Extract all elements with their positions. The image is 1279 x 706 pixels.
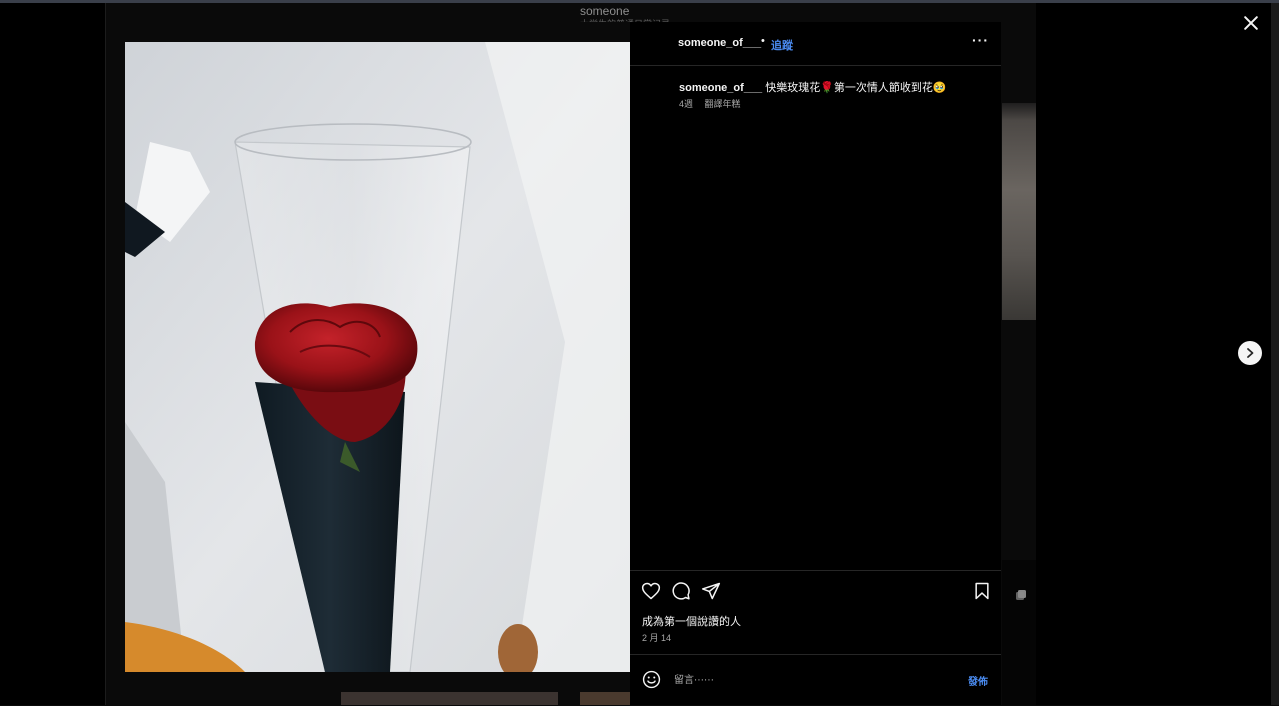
adjacent-post-preview-lower <box>1002 560 1036 705</box>
caption-avatar[interactable] <box>644 78 668 102</box>
author-avatar[interactable] <box>644 33 668 57</box>
post-caption: someone_of___ 快樂玫瑰花🌹第一次情人節收到花🥹 <box>679 79 989 95</box>
post-date[interactable]: 2 月 14 <box>642 631 671 644</box>
carousel-stack-icon <box>1016 590 1026 600</box>
scrollbar[interactable] <box>1271 3 1279 705</box>
post-image <box>125 42 630 672</box>
bookmark-icon[interactable] <box>972 581 992 601</box>
close-icon[interactable] <box>1241 13 1261 33</box>
caption-meta: 4週 翻譯年糕 <box>679 97 750 110</box>
comment-composer: 發佈 <box>630 654 1001 706</box>
backdrop-left <box>0 3 106 705</box>
translate-link[interactable]: 翻譯年糕 <box>705 99 741 109</box>
caption-username[interactable]: someone_of___ <box>679 82 762 94</box>
backdrop-grid-thumbnail[interactable] <box>341 692 558 705</box>
heart-icon[interactable] <box>641 581 661 601</box>
backdrop-right <box>1036 3 1271 705</box>
backdrop-profile-name: someone <box>580 4 630 18</box>
separator-dot: • <box>761 35 765 47</box>
adjacent-post-preview <box>1002 103 1036 320</box>
author-username[interactable]: someone_of___ <box>678 37 761 49</box>
post-header: someone_of___ • 追蹤 ··· <box>630 22 1001 66</box>
follow-button[interactable]: 追蹤 <box>771 37 793 53</box>
caption-age[interactable]: 4週 <box>679 99 693 109</box>
post-comment-button[interactable]: 發佈 <box>968 673 988 688</box>
post-details-panel: someone_of___ • 追蹤 ··· someone_of___ 快樂玫… <box>630 22 1001 705</box>
caption-text: 快樂玫瑰花🌹第一次情人節收到花🥹 <box>765 82 947 94</box>
post-actions: 成為第一個說讚的人 2 月 14 <box>630 570 1001 655</box>
smiley-icon[interactable] <box>642 670 661 689</box>
chevron-right-icon <box>1247 348 1254 358</box>
comment-input[interactable] <box>672 667 956 693</box>
comment-icon[interactable] <box>671 581 691 601</box>
next-post-button[interactable] <box>1238 341 1262 365</box>
likes-text[interactable]: 成為第一個說讚的人 <box>642 613 741 629</box>
paper-plane-icon[interactable] <box>701 581 721 601</box>
more-options-button[interactable]: ··· <box>972 32 989 48</box>
